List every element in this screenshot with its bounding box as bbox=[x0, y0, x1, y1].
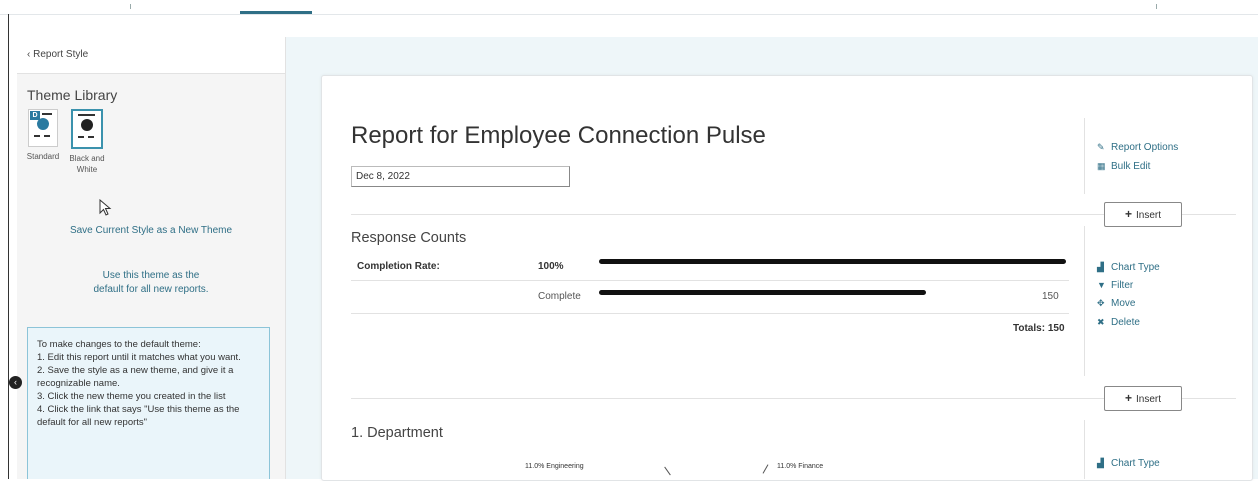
thumb-dash bbox=[88, 136, 94, 138]
row-divider bbox=[351, 313, 1069, 314]
theme-library-title: Theme Library bbox=[27, 87, 118, 103]
theme-standard[interactable]: D Standard bbox=[19, 109, 67, 162]
pie-slice-label: 11.0% Engineering bbox=[525, 463, 584, 470]
use-as-default-link[interactable]: Use this theme as the default for all ne… bbox=[17, 269, 285, 297]
active-tab-indicator[interactable] bbox=[240, 11, 312, 14]
plus-icon: + bbox=[1124, 391, 1132, 405]
delete-link[interactable]: ✖ Delete bbox=[1097, 316, 1140, 329]
insert-button[interactable]: + Insert bbox=[1104, 202, 1182, 227]
row-divider bbox=[351, 280, 1069, 281]
nav-separator bbox=[130, 4, 131, 9]
top-nav-bar bbox=[0, 0, 1258, 15]
use-as-default-line2: default for all new reports. bbox=[93, 284, 209, 295]
complete-count-value: 150 bbox=[1042, 291, 1059, 302]
table-icon: ▦ bbox=[1097, 161, 1106, 171]
insert-label: Insert bbox=[1136, 394, 1162, 405]
filter-icon: ▼ bbox=[1097, 280, 1106, 290]
section-separator bbox=[1181, 398, 1236, 399]
pie-icon bbox=[81, 119, 93, 131]
delete-label: Delete bbox=[1111, 317, 1140, 328]
theme-label-line2: White bbox=[76, 165, 98, 174]
theme-black-and-white[interactable]: Black and White bbox=[63, 109, 111, 175]
chart-type-label: Chart Type bbox=[1111, 262, 1160, 273]
filter-label: Filter bbox=[1111, 280, 1134, 291]
default-theme-help-box: To make changes to the default theme: 1.… bbox=[27, 327, 270, 479]
pie-icon bbox=[37, 118, 49, 130]
department-title[interactable]: 1. Department bbox=[351, 425, 443, 441]
totals-value: Totals: 150 bbox=[1013, 323, 1065, 334]
chart-type-link[interactable]: ▟ Chart Type bbox=[1097, 261, 1160, 274]
move-label: Move bbox=[1111, 298, 1136, 309]
section-separator bbox=[351, 214, 1104, 215]
thumb-dash bbox=[78, 136, 84, 138]
complete-row-label: Complete bbox=[538, 291, 581, 302]
help-line: 2. Save the style as a new theme, and gi… bbox=[37, 365, 234, 389]
move-link[interactable]: ✥ Move bbox=[1097, 297, 1135, 310]
actions-divider bbox=[1084, 226, 1085, 376]
mouse-cursor-icon bbox=[99, 199, 112, 216]
thumb-dash bbox=[34, 135, 40, 137]
plus-icon: + bbox=[1124, 207, 1132, 221]
actions-divider bbox=[1084, 420, 1085, 479]
thumb-bar bbox=[78, 114, 95, 116]
bar-chart-icon: ▟ bbox=[1097, 458, 1104, 468]
bulk-edit-label: Bulk Edit bbox=[1111, 161, 1151, 172]
complete-count-bar bbox=[599, 290, 926, 295]
response-counts-title[interactable]: Response Counts bbox=[351, 230, 466, 246]
theme-bw-thumbnail[interactable] bbox=[71, 109, 103, 149]
help-line: 1. Edit this report until it matches wha… bbox=[37, 352, 241, 363]
panel-edge bbox=[8, 14, 9, 479]
nav-separator bbox=[1156, 4, 1157, 9]
insert-label: Insert bbox=[1136, 210, 1162, 221]
collapse-panel-icon[interactable]: ‹ bbox=[9, 376, 22, 389]
filter-link[interactable]: ▼ Filter bbox=[1097, 279, 1133, 292]
back-to-report-style-link[interactable]: ‹ Report Style bbox=[27, 49, 88, 60]
report-date-field[interactable] bbox=[351, 166, 570, 187]
thumb-bar bbox=[42, 113, 52, 115]
thumb-dash bbox=[44, 135, 50, 137]
insert-button[interactable]: + Insert bbox=[1104, 386, 1182, 411]
move-icon: ✥ bbox=[1097, 298, 1105, 308]
completion-rate-bar bbox=[599, 259, 1066, 264]
pie-slice-label: 11.0% Finance bbox=[777, 463, 824, 470]
bar-chart-icon: ▟ bbox=[1097, 262, 1104, 272]
report-style-sidebar: ‹ Report Style Theme Library D Standard … bbox=[17, 37, 286, 479]
theme-label: Black and bbox=[69, 154, 105, 163]
theme-standard-thumbnail[interactable]: D bbox=[28, 109, 58, 147]
back-link-label: Report Style bbox=[33, 49, 89, 60]
bulk-edit-link[interactable]: ▦ Bulk Edit bbox=[1097, 160, 1150, 173]
chart-type-link[interactable]: ▟ Chart Type bbox=[1097, 457, 1160, 470]
report-options-link[interactable]: ✎ Report Options bbox=[1097, 141, 1178, 154]
close-icon: ✖ bbox=[1097, 317, 1105, 327]
sidebar-header: ‹ Report Style bbox=[17, 37, 285, 74]
report-options-label: Report Options bbox=[1111, 142, 1179, 153]
options-divider bbox=[1084, 118, 1085, 194]
help-line: 3. Click the new theme you created in th… bbox=[37, 391, 226, 402]
completion-rate-label: Completion Rate: bbox=[357, 261, 440, 272]
chart-type-label: Chart Type bbox=[1111, 458, 1160, 469]
section-separator bbox=[1181, 214, 1236, 215]
help-line: 4. Click the link that says "Use this th… bbox=[37, 404, 240, 428]
section-separator bbox=[351, 398, 1104, 399]
save-as-new-theme-link[interactable]: Save Current Style as a New Theme bbox=[17, 224, 285, 238]
theme-label: Standard bbox=[26, 152, 60, 161]
report-title[interactable]: Report for Employee Connection Pulse bbox=[351, 122, 766, 150]
use-as-default-line1: Use this theme as the bbox=[102, 270, 200, 281]
pencil-icon: ✎ bbox=[1097, 142, 1105, 152]
completion-rate-value: 100% bbox=[538, 261, 564, 272]
help-line: To make changes to the default theme: bbox=[37, 339, 201, 350]
